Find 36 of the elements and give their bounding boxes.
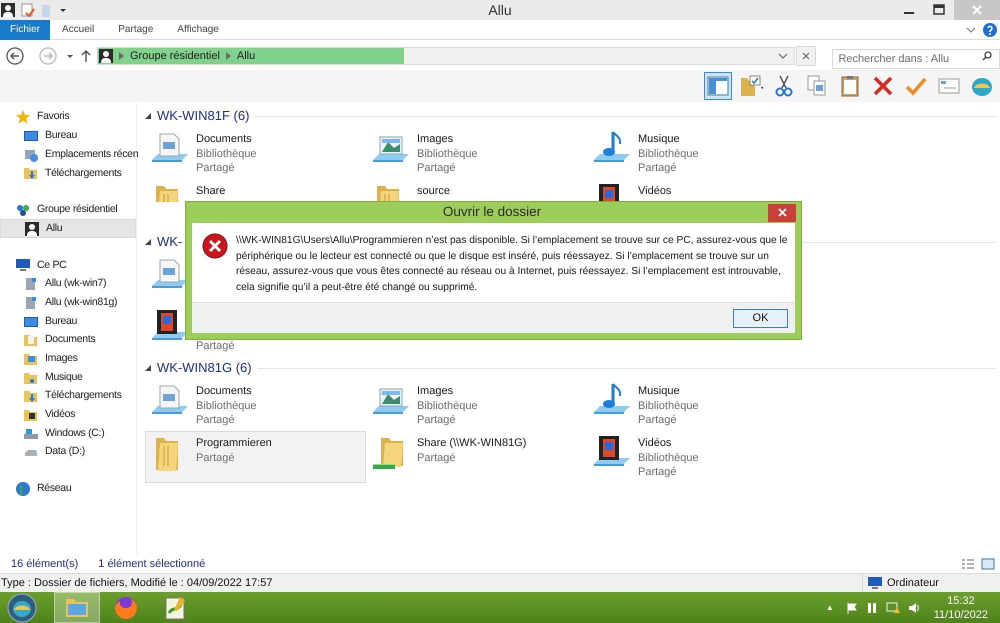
item-detail: Bibliothèque: [417, 398, 478, 413]
item-detail: Partagé: [417, 161, 457, 176]
item-name: Vidéos: [638, 436, 672, 450]
item-detail: Bibliothèque: [638, 398, 699, 413]
item-name: Vidéos: [638, 184, 672, 198]
item-name: Musique: [638, 384, 681, 398]
item-detail: Bibliothèque: [417, 146, 478, 161]
item-detail: Bibliothèque: [638, 146, 699, 161]
item-name: Documents: [196, 132, 253, 146]
item-name: Share (\\WK-WIN81G): [417, 436, 526, 450]
item-detail: Partagé: [417, 413, 457, 428]
item-detail: Partagé: [196, 339, 235, 354]
item-name: Programmieren: [196, 436, 272, 450]
item-detail: Bibliothèque: [196, 146, 257, 161]
item-detail: Partagé: [196, 450, 236, 465]
item-name: Images: [417, 384, 454, 398]
item-detail: Partagé: [638, 161, 678, 176]
location-label: Ordinateur: [887, 576, 939, 591]
status-text: Type : Dossier de fichiers, Modifié le : 04/09/2022 17:57: [0, 576, 272, 591]
item-detail: Partagé: [638, 465, 678, 480]
item-name: Images: [417, 132, 454, 146]
selection-count: 1 élément sélectionné: [98, 556, 206, 572]
item-detail: Bibliothèque: [638, 450, 699, 465]
item-name: source: [417, 184, 450, 198]
item-detail: Partagé: [196, 413, 236, 428]
dialog-title: Ouvrir le dossier: [442, 203, 542, 222]
item-detail: Partagé: [196, 161, 236, 176]
item-name: Share: [196, 184, 226, 198]
window-title: Allu: [487, 0, 513, 20]
item-name: Musique: [638, 132, 681, 146]
item-detail: Partagé: [638, 413, 678, 428]
item-detail: Bibliothèque: [196, 398, 257, 413]
item-detail: Partagé: [417, 450, 457, 465]
item-name: Documents: [196, 384, 253, 398]
item-count: 16 élément(s): [11, 556, 78, 572]
error-message: \\WK-WIN81G\Users\Allu\Programmieren n’est pas disponible. Si l’emplacement se trouve sur ce PC, assurez-vous que le périphérique ou le lecteur est connecté ou que le disque est inséré, puis réessayez. Si l’emplacement se trouve sur un réseau, assurez-vous que vous êtes connecté au réseau ou à Internet, puis réessayez. Si l’emplacement est introuvable, cela signifie qu’il a peut-être été changé ou supprimé.: [236, 234, 788, 294]
